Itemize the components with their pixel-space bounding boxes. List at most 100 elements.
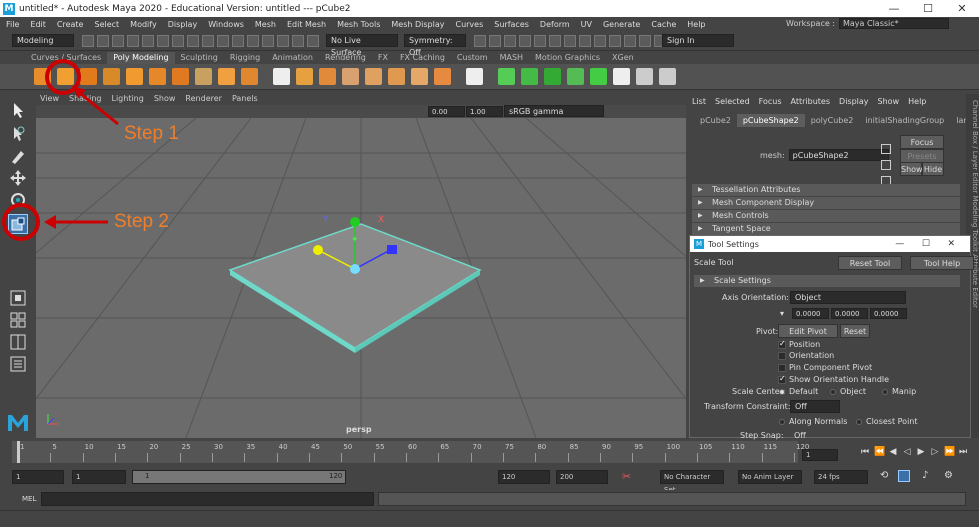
menu-generate[interactable]: Generate (603, 20, 640, 29)
live-surface-field[interactable]: No Live Surface (326, 34, 398, 57)
ae-menu-help[interactable]: Help (908, 97, 926, 106)
show-orientation-checkbox[interactable] (778, 374, 786, 384)
minimize-icon[interactable]: — (877, 2, 911, 15)
scale-center-object-radio[interactable] (830, 389, 836, 395)
section-tessellation[interactable]: Tessellation Attributes (692, 184, 960, 196)
position-checkbox[interactable] (778, 339, 786, 349)
status-tool-icon[interactable] (262, 34, 274, 47)
exposure-field[interactable]: 0.00 (428, 106, 465, 117)
menu-mesh-tools[interactable]: Mesh Tools (337, 20, 380, 29)
status-tool-icon[interactable] (564, 34, 576, 47)
status-tool-icon[interactable] (549, 34, 561, 47)
ae-menu-focus[interactable]: Focus (759, 97, 782, 106)
status-tool-icon[interactable] (609, 34, 621, 47)
viewport-persp[interactable]: Y X ✦ persp (36, 118, 686, 438)
shelf-tool-icon[interactable] (411, 68, 428, 85)
menu-deform[interactable]: Deform (540, 20, 570, 29)
command-input[interactable] (41, 492, 374, 506)
menu-mesh-display[interactable]: Mesh Display (391, 20, 444, 29)
shelf-tab-xgen[interactable]: XGen (606, 52, 640, 64)
ae-menu-selected[interactable]: Selected (715, 97, 750, 106)
step-back-key-icon[interactable]: ⏪ (874, 447, 885, 457)
scale-center-manip-radio[interactable] (882, 389, 888, 395)
section-tangent-space[interactable]: Tangent Space (692, 223, 960, 235)
pin-pivot-checkbox[interactable] (778, 364, 786, 372)
axis-value-z[interactable]: 0.0000 (870, 308, 907, 319)
workspace-selector[interactable]: Workspace : Maya Classic* (786, 18, 949, 29)
status-tool-icon[interactable] (639, 34, 651, 47)
status-tool-icon[interactable] (624, 34, 636, 47)
anim-prefs-icon[interactable]: ⚙ (944, 470, 953, 481)
menu-select[interactable]: Select (94, 20, 119, 29)
transform-constraint-dropdown[interactable]: Off (790, 400, 840, 413)
shelf-tool-icon[interactable] (218, 68, 235, 85)
sign-in-dropdown[interactable]: Sign In (662, 34, 734, 47)
status-tool-icon[interactable] (157, 34, 169, 47)
menu-help[interactable]: Help (687, 20, 705, 29)
four-view-icon[interactable] (9, 311, 27, 329)
status-tool-icon[interactable] (307, 34, 319, 47)
menu-edit[interactable]: Edit (30, 20, 46, 29)
select-tool-icon[interactable] (9, 101, 27, 119)
panel-menu-panels[interactable]: Panels (232, 94, 258, 105)
show-button[interactable]: Show (900, 162, 923, 176)
current-time-field[interactable]: 1 (802, 449, 838, 461)
step-forward-frame-icon[interactable]: ▷ (930, 447, 940, 457)
shelf-tab-fx-caching[interactable]: FX Caching (394, 52, 451, 64)
status-tool-icon[interactable] (217, 34, 229, 47)
shelf-tool-icon[interactable] (342, 68, 359, 85)
shelf-tab-mash[interactable]: MASH (494, 52, 529, 64)
shelf-tool-icon[interactable] (434, 68, 451, 85)
status-tool-icon[interactable] (519, 34, 531, 47)
scale-manipulator-icon[interactable]: Y X ✦ (36, 118, 686, 438)
status-tool-icon[interactable] (127, 34, 139, 47)
shelf-tool-icon[interactable] (466, 68, 483, 85)
status-tool-icon[interactable] (202, 34, 214, 47)
reset-pivot-button[interactable]: Reset (840, 324, 870, 338)
shelf-tool-icon[interactable] (659, 68, 676, 85)
ae-tab-pcubeshape2[interactable]: pCubeShape2 (736, 114, 805, 127)
shelf-tool-icon[interactable] (544, 68, 561, 85)
ae-tab-initialshadinggroup[interactable]: initialShadingGroup (859, 114, 950, 127)
section-mesh-controls[interactable]: Mesh Controls (692, 210, 960, 222)
closest-point-radio[interactable] (856, 419, 862, 425)
playback-speed-icon[interactable] (898, 470, 910, 482)
end-time-field[interactable]: 120 (498, 470, 550, 484)
shelf-tool-icon[interactable] (103, 68, 120, 85)
step-forward-key-icon[interactable]: ⏩ (944, 447, 955, 457)
hide-button[interactable]: Hide (922, 162, 944, 176)
go-to-start-icon[interactable]: ⏮ (860, 447, 870, 457)
status-tool-icon[interactable] (277, 34, 289, 47)
workspace-dropdown[interactable]: Maya Classic* (839, 18, 949, 29)
shelf-tool-icon[interactable] (590, 68, 607, 85)
shelf-tool-icon[interactable] (636, 68, 653, 85)
shelf-tool-icon[interactable] (296, 68, 313, 85)
axis-orientation-dropdown[interactable]: Object (790, 291, 906, 304)
menu-surfaces[interactable]: Surfaces (494, 20, 529, 29)
shelf-tool-icon[interactable] (388, 68, 405, 85)
scale-center-default-radio[interactable] (779, 389, 785, 395)
status-tool-icon[interactable] (247, 34, 259, 47)
shelf-tool-icon[interactable] (241, 68, 258, 85)
edit-pivot-button[interactable]: Edit Pivot (778, 324, 838, 338)
menu-cache[interactable]: Cache (651, 20, 676, 29)
shelf-tab-rigging[interactable]: Rigging (224, 52, 266, 64)
maximize-icon[interactable]: ☐ (911, 2, 945, 15)
loop-icon[interactable]: ⟲ (880, 470, 888, 481)
ts-minimize-icon[interactable]: — (895, 239, 904, 249)
status-tool-icon[interactable] (292, 34, 304, 47)
shelf-tool-icon[interactable] (498, 68, 515, 85)
anim-layer-dropdown[interactable]: No Anim Layer (738, 470, 802, 484)
fps-dropdown[interactable]: 24 fps (814, 470, 868, 484)
tool-help-button[interactable]: Tool Help (910, 256, 974, 270)
shelf-tab-poly-modeling[interactable]: Poly Modeling (107, 52, 175, 64)
close-icon[interactable]: ✕ (945, 2, 979, 15)
mel-label[interactable]: MEL (22, 495, 42, 503)
axis-value-x[interactable]: 0.0000 (792, 308, 829, 319)
status-tool-icon[interactable] (489, 34, 501, 47)
ae-menu-list[interactable]: List (692, 97, 706, 106)
shelf-tab-sculpting[interactable]: Sculpting (175, 52, 224, 64)
status-tool-icon[interactable] (232, 34, 244, 47)
menu-mesh[interactable]: Mesh (255, 20, 276, 29)
shelf-tool-icon[interactable] (195, 68, 212, 85)
